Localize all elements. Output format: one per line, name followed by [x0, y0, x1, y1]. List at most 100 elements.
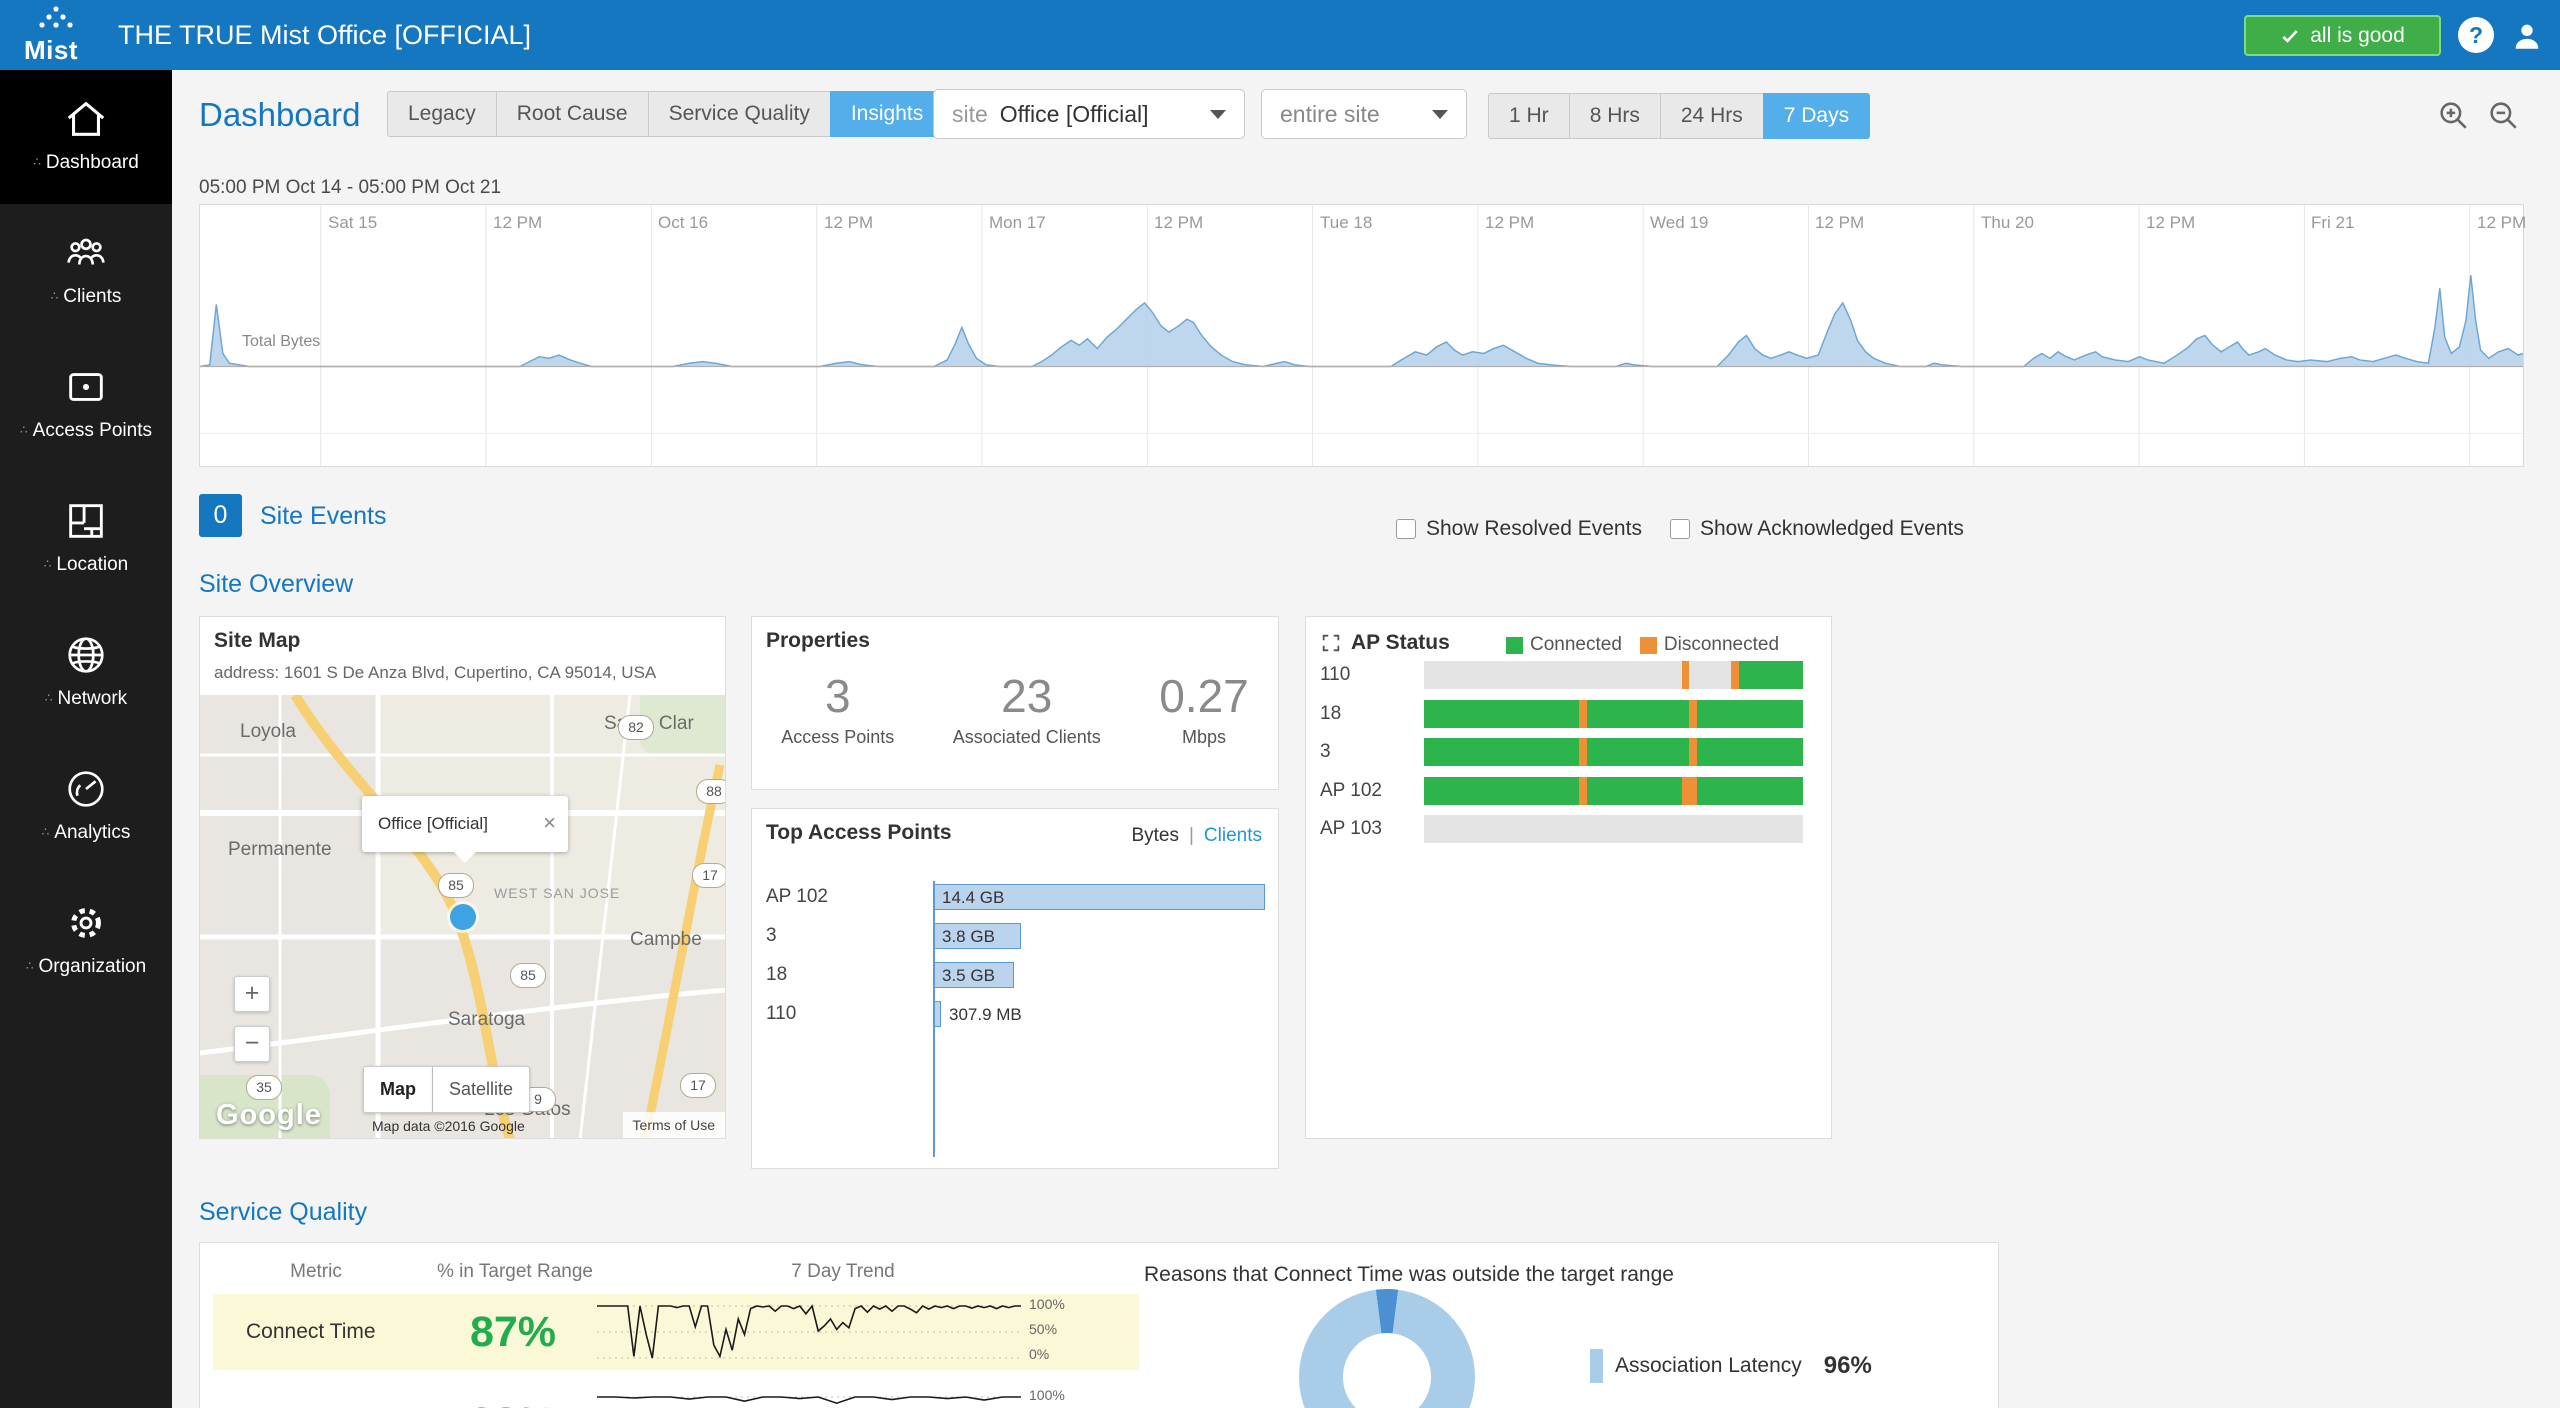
clients-tab[interactable]: Clients — [1204, 825, 1262, 847]
status-segment-green — [1697, 777, 1803, 805]
ap-status-row-label: 18 — [1320, 703, 1341, 725]
route-shield-35: 35 — [246, 1075, 282, 1100]
site-map-panel: Site Map address: 1601 S De Anza Blvd, C… — [199, 616, 726, 1139]
legend-swatch — [1590, 1349, 1603, 1383]
map-zoom-in-button[interactable]: + — [234, 976, 270, 1012]
view-button-insights[interactable]: Insights — [830, 91, 944, 137]
sidebar-item-location[interactable]: ∴Location — [0, 472, 172, 606]
show-acknowledged-events-checkbox[interactable]: Show Acknowledged Events — [1670, 517, 1964, 541]
organization-icon — [0, 900, 172, 948]
site-events-count-badge: 0 — [199, 494, 242, 537]
sidebar-item-clients[interactable]: ∴Clients — [0, 204, 172, 338]
view-button-service-quality[interactable]: Service Quality — [648, 91, 831, 137]
checkbox-icon[interactable] — [1670, 519, 1690, 539]
site-selector[interactable]: site Office [Official] — [933, 89, 1245, 139]
axis-label-100: 100% — [1029, 1387, 1065, 1403]
ap-status-timeline-bar[interactable] — [1424, 815, 1803, 843]
chevron-down-icon — [1210, 110, 1226, 119]
mist-logo[interactable]: Mist — [10, 0, 102, 70]
terms-of-use-link[interactable]: Terms of Use — [623, 1112, 725, 1138]
view-button-root-cause[interactable]: Root Cause — [496, 91, 649, 137]
scope-selector[interactable]: entire site — [1261, 89, 1467, 139]
google-map[interactable]: LoyolaSanta ClarPermanenteWEST SAN JOSEC… — [200, 695, 725, 1138]
site-map-marker[interactable] — [450, 904, 476, 930]
sq-row-connect-time[interactable]: Connect Time 87% 100% 50% 0% — [213, 1294, 1139, 1370]
ap-bytes-bar-track: 3.8 GB — [934, 923, 1270, 949]
time-range-button-group: 1 Hr8 Hrs24 Hrs7 Days — [1488, 93, 1870, 139]
site-overview-heading[interactable]: Site Overview — [199, 570, 353, 599]
timeseries-axis-label: 12 PM — [1815, 213, 1864, 233]
show-resolved-events-checkbox[interactable]: Show Resolved Events — [1396, 517, 1642, 541]
expand-icon[interactable] — [1320, 632, 1342, 654]
timeseries-axis-label: Thu 20 — [1981, 213, 2034, 233]
sidebar-item-organization[interactable]: ∴Organization — [0, 874, 172, 1008]
legend-label: Association Latency — [1615, 1354, 1802, 1378]
status-segment-green — [1424, 700, 1579, 728]
axis-label-50: 50% — [1029, 1321, 1065, 1337]
ap-bytes-bar-track: 307.9 MB — [934, 1001, 1270, 1027]
sq-row-second-metric[interactable]: 98% 100% 50% 0% — [213, 1385, 1139, 1408]
legend-label: Disconnected — [1664, 634, 1779, 656]
tab-separator: | — [1189, 825, 1194, 847]
property-stats: 3 Access Points 23 Associated Clients 0.… — [752, 669, 1278, 748]
org-title: THE TRUE Mist Office [OFFICIAL] — [118, 0, 531, 70]
ap-name-label: 18 — [766, 964, 787, 986]
time-button-24-hrs[interactable]: 24 Hrs — [1660, 93, 1764, 139]
mist-logo-text: Mist — [24, 35, 78, 66]
zoom-out-icon[interactable] — [2486, 98, 2520, 132]
view-button-legacy[interactable]: Legacy — [387, 91, 497, 137]
legend-value: 96% — [1824, 1352, 1872, 1380]
ap-bytes-bar[interactable] — [934, 1001, 941, 1027]
property-stat-access-points: 3 Access Points — [781, 669, 894, 748]
time-button-8-hrs[interactable]: 8 Hrs — [1569, 93, 1661, 139]
total-bytes-chart-panel[interactable]: Sat 1512 PMOct 1612 PMMon 1712 PMTue 181… — [199, 204, 2524, 467]
check-icon — [2280, 26, 2300, 46]
status-segment-green — [1587, 738, 1689, 766]
map-place-loyola: Loyola — [240, 721, 296, 743]
satellite-view-button[interactable]: Satellite — [433, 1066, 530, 1113]
popup-site-name: Office [Official] — [378, 796, 488, 852]
ap-status-timeline-bar[interactable] — [1424, 738, 1803, 766]
top-ap-row-3: 3 3.8 GB — [752, 923, 1278, 949]
time-button-1-hr[interactable]: 1 Hr — [1488, 93, 1570, 139]
status-segment-gray — [1689, 661, 1731, 689]
route-shield-82: 82 — [618, 715, 654, 740]
ap-status-timeline-bar[interactable] — [1424, 700, 1803, 728]
all-is-good-button[interactable]: all is good — [2244, 15, 2441, 56]
status-segment-orange — [1579, 738, 1587, 766]
sidebar-item-network[interactable]: ∴Network — [0, 606, 172, 740]
top-access-points-panel: Top Access Points Bytes | Clients AP 102… — [751, 808, 1279, 1169]
timeseries-axis-label: Tue 18 — [1320, 213, 1372, 233]
map-type-controls: Map Satellite — [363, 1066, 530, 1113]
zoom-in-icon[interactable] — [2436, 98, 2470, 132]
sidebar-item-dashboard[interactable]: ∴Dashboard — [0, 70, 172, 204]
left-sidebar: ∴Dashboard ∴Clients ∴Access Points ∴Loca… — [0, 70, 172, 1408]
bytes-tab[interactable]: Bytes — [1131, 825, 1179, 847]
help-icon[interactable]: ? — [2458, 17, 2494, 53]
time-button-7-days[interactable]: 7 Days — [1763, 93, 1870, 139]
status-segment-gray — [1424, 815, 1803, 843]
page-title: Dashboard — [199, 96, 360, 134]
status-segment-orange — [1682, 661, 1690, 689]
mist-dots-icon: ∴ — [26, 959, 34, 973]
service-quality-heading[interactable]: Service Quality — [199, 1198, 367, 1227]
ap-bytes-value: 307.9 MB — [949, 1005, 1022, 1025]
user-icon[interactable] — [2510, 19, 2544, 53]
checkbox-icon[interactable] — [1396, 519, 1416, 539]
ap-status-timeline-bar[interactable] — [1424, 661, 1803, 689]
map-zoom-out-button[interactable]: − — [234, 1026, 270, 1062]
close-icon[interactable]: × — [543, 810, 556, 836]
site-address: address: 1601 S De Anza Blvd, Cupertino,… — [214, 663, 656, 683]
axis-label-0: 0% — [1029, 1346, 1065, 1362]
access-points-icon — [0, 364, 172, 412]
top-access-points-title: Top Access Points — [766, 821, 952, 845]
sidebar-item-access-points[interactable]: ∴Access Points — [0, 338, 172, 472]
site-events-link[interactable]: Site Events — [260, 502, 386, 531]
property-stat-associated-clients: 23 Associated Clients — [953, 669, 1101, 748]
ap-status-timeline-bar[interactable] — [1424, 777, 1803, 805]
legend-label: Connected — [1530, 634, 1622, 656]
status-segment-orange — [1579, 700, 1587, 728]
sidebar-item-analytics[interactable]: ∴Analytics — [0, 740, 172, 874]
status-segment-green — [1424, 738, 1579, 766]
map-view-button[interactable]: Map — [363, 1066, 433, 1113]
